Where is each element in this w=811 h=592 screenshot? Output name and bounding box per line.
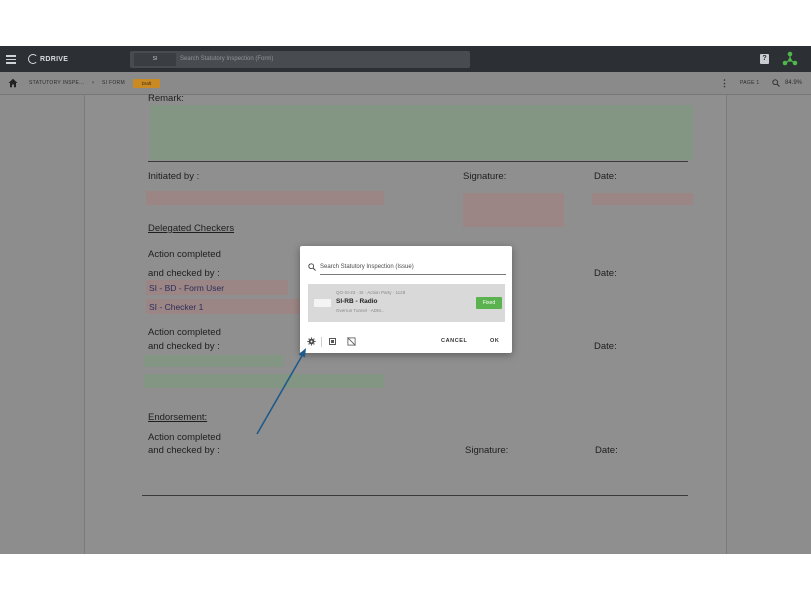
app-logo[interactable]: RDRIVE bbox=[28, 52, 68, 66]
checker-user-name: SI - BD - Form User bbox=[149, 283, 225, 293]
checker-field[interactable] bbox=[144, 355, 284, 367]
home-icon[interactable] bbox=[8, 78, 18, 88]
footer-divider bbox=[321, 337, 322, 347]
signature-field[interactable] bbox=[463, 193, 564, 227]
issue-search-input[interactable]: Search Statutory Inspection (Issue) bbox=[320, 259, 506, 275]
checked-by-label: and checked by : bbox=[148, 341, 220, 352]
search-scope-chip[interactable]: SI bbox=[134, 53, 176, 66]
page-indicator: PAGE 1 bbox=[740, 80, 760, 86]
checked-by-label: and checked by : bbox=[148, 445, 220, 456]
result-thumbnail bbox=[314, 299, 331, 307]
link-issue-dialog: Search Statutory Inspection (Issue) QO-S… bbox=[300, 246, 512, 353]
dialog-footer: CANCEL OK bbox=[300, 334, 512, 353]
signature-label: Signature: bbox=[463, 171, 507, 182]
logo-mark-icon bbox=[28, 54, 38, 64]
status-badge: Fixed bbox=[476, 297, 502, 309]
app-window: RDRIVE SI Search Statutory Inspection (F… bbox=[0, 46, 811, 554]
delegated-checkers-heading: Delegated Checkers bbox=[148, 223, 235, 234]
checker-user-name: SI - Checker 1 bbox=[149, 302, 204, 312]
top-app-bar: RDRIVE SI Search Statutory Inspection (F… bbox=[0, 46, 811, 72]
action-completed-label: Action completed bbox=[148, 249, 221, 260]
result-title: SI-RB - Radio bbox=[336, 298, 378, 305]
logo-text: RDRIVE bbox=[40, 55, 69, 63]
result-location: Overrun Tunnel · ADM... bbox=[336, 308, 385, 313]
ok-button[interactable]: OK bbox=[490, 334, 499, 348]
date-label: Date: bbox=[594, 268, 617, 279]
checked-by-label: and checked by : bbox=[148, 268, 220, 279]
search-result-item[interactable]: QO-SI-23 · SI · Action Party · 1128 SI-R… bbox=[308, 284, 505, 322]
cancel-button[interactable]: CANCEL bbox=[441, 334, 468, 348]
search-icon bbox=[308, 263, 316, 271]
form-search-input[interactable]: Search Statutory Inspection (Form) bbox=[180, 51, 273, 68]
select-box-icon[interactable] bbox=[329, 338, 336, 345]
hamburger-menu-icon[interactable] bbox=[6, 55, 16, 64]
zoom-level: 84.9% bbox=[785, 80, 803, 86]
divider bbox=[142, 495, 688, 496]
result-reference: QO-SI-23 · SI · Action Party · 1128 bbox=[336, 290, 406, 295]
date-label: Date: bbox=[594, 171, 617, 182]
breadcrumb-item-statutory-inspection[interactable]: STATUTORY INSPE... bbox=[29, 72, 84, 95]
date-field[interactable] bbox=[592, 193, 693, 205]
initiated-by-label: Initiated by : bbox=[148, 171, 200, 182]
status-badge: Draft bbox=[133, 79, 160, 88]
breadcrumb-item-si-form[interactable]: SI FORM bbox=[102, 72, 125, 95]
form-search-bar[interactable]: SI Search Statutory Inspection (Form) bbox=[130, 51, 470, 68]
help-icon[interactable]: ? bbox=[760, 54, 769, 64]
gear-icon[interactable] bbox=[307, 337, 316, 346]
more-options-icon[interactable]: ⋮ bbox=[720, 72, 729, 95]
initiated-by-field[interactable] bbox=[146, 191, 384, 205]
signature-label: Signature: bbox=[465, 445, 509, 456]
endorsement-heading: Endorsement: bbox=[148, 412, 208, 423]
unlink-icon[interactable] bbox=[347, 337, 356, 346]
remark-field[interactable] bbox=[150, 105, 693, 160]
tree-structure-icon[interactable] bbox=[782, 51, 798, 67]
date-label: Date: bbox=[595, 445, 618, 456]
zoom-icon[interactable] bbox=[772, 79, 780, 87]
breadcrumb-bar: STATUTORY INSPE... › SI FORM Draft ⋮ PAG… bbox=[0, 72, 811, 95]
action-completed-label: Action completed bbox=[148, 327, 221, 338]
breadcrumb-separator: › bbox=[92, 80, 94, 86]
checker-field[interactable] bbox=[144, 374, 384, 388]
action-completed-label: Action completed bbox=[148, 432, 221, 443]
remark-label: Remark: bbox=[148, 93, 184, 104]
date-label: Date: bbox=[594, 341, 617, 352]
divider bbox=[148, 161, 688, 162]
